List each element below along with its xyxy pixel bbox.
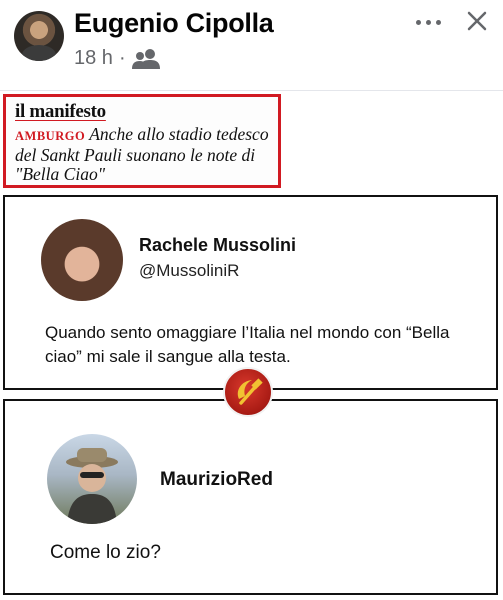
post-time[interactable]: 18 h: [74, 47, 113, 70]
close-icon[interactable]: [462, 6, 492, 36]
tweet-text: Quando sento omaggiare l’Italia nel mond…: [45, 323, 450, 366]
tweet-text: Come lo zio?: [50, 542, 161, 563]
newspaper-name: il manifesto: [15, 101, 106, 122]
tweet-avatar: [47, 434, 137, 524]
tweet-rachele: Rachele Mussolini @MussoliniR Quando sen…: [3, 195, 498, 390]
tweet-author-name: MaurizioRed: [160, 469, 273, 490]
tweet-maurizio: MaurizioRed Come lo zio?: [3, 399, 498, 595]
headline-kicker: AMBURGO: [15, 129, 86, 143]
newspaper-headline: AMBURGO Anche allo stadio tedesco del Sa…: [15, 125, 269, 184]
author-name[interactable]: Eugenio Cipolla: [74, 8, 274, 39]
newspaper-clipping: il manifesto AMBURGO Anche allo stadio t…: [3, 94, 281, 188]
tweet-avatar: [41, 219, 123, 301]
post-header: Eugenio Cipolla 18 h ·: [0, 0, 503, 90]
hammer-sickle-icon: [223, 367, 273, 417]
meta-separator: ·: [118, 47, 126, 69]
tweet-author-name: Rachele Mussolini: [139, 235, 297, 255]
more-dots-icon[interactable]: [410, 10, 446, 34]
friends-icon[interactable]: [131, 48, 161, 70]
author-avatar[interactable]: [14, 11, 64, 61]
tweet-author-handle: @MussoliniR: [139, 261, 240, 280]
meme-image[interactable]: il manifesto AMBURGO Anche allo stadio t…: [0, 91, 503, 600]
post-meta: 18 h ·: [74, 47, 161, 70]
